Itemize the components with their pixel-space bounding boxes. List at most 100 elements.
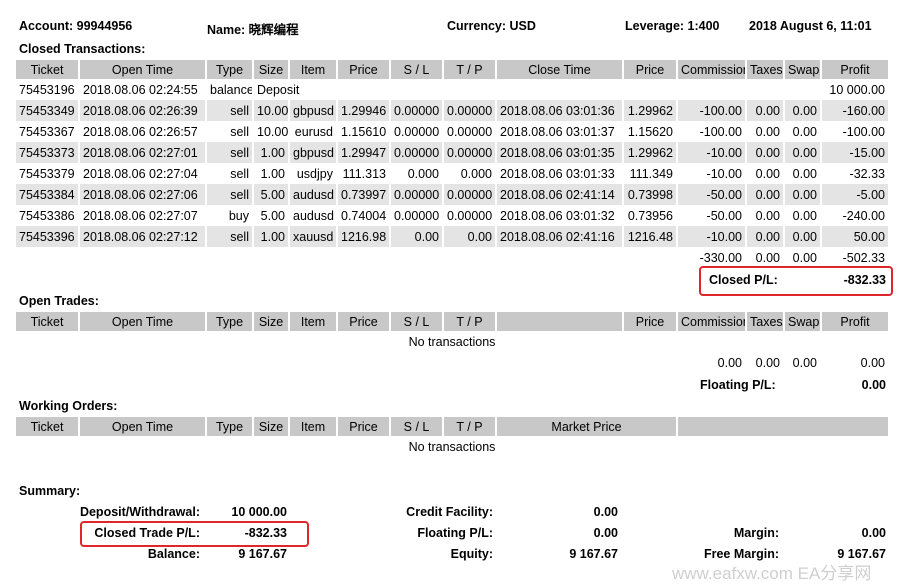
table-cell: buy (206, 205, 254, 226)
column-header: Profit (821, 312, 890, 331)
total-cell: -330.00 (677, 247, 747, 268)
no-transactions: No transactions (16, 331, 890, 352)
column-header: Item (289, 417, 338, 436)
column-header: Price (337, 60, 391, 79)
table-header-row: Ticket Open Time Type Size Item Price S / LT /… (16, 417, 890, 436)
table-cell: 2018.08.06 02:41:16 (496, 226, 624, 247)
column-header: Ticket (16, 312, 80, 331)
column-header: Taxes (746, 60, 785, 79)
column-header: Ticket (16, 60, 80, 79)
column-header: S / L (390, 312, 444, 331)
table-cell: 0.00 (784, 100, 822, 121)
column-header: Taxes (746, 312, 785, 331)
table-cell: gbpusd (289, 100, 338, 121)
table-cell: 0.00000 (390, 184, 444, 205)
closed-pl-value: -832.33 (843, 273, 886, 287)
table-cell: 0.00 (443, 226, 497, 247)
watermark: www.eafxw.com EA分享网 (672, 564, 872, 583)
table-cell: 1216.48 (623, 226, 678, 247)
report-datetime: 2018 August 6, 11:01 (749, 19, 872, 33)
total-cell: -502.33 (821, 247, 890, 268)
total-cell: 0.00 (746, 247, 785, 268)
table-cell: -50.00 (677, 205, 747, 226)
column-header: Size (253, 60, 290, 79)
margin-label: Margin: (733, 526, 779, 540)
type-cell: balance (206, 79, 254, 100)
table-cell: 0.00 (784, 226, 822, 247)
column-header: Type (206, 312, 254, 331)
table-cell: 0.00000 (443, 121, 497, 142)
account-currency: Currency: USD (447, 19, 536, 33)
table-cell: -15.00 (821, 142, 890, 163)
credit-facility-value: 0.00 (593, 505, 618, 519)
working-orders-table: Ticket Open Time Type Size Item Price S / LT /… (16, 417, 890, 457)
table-cell: 10.00 (253, 121, 290, 142)
column-header: T / P (443, 312, 497, 331)
spacer-cell (16, 247, 678, 268)
table-cell: sell (206, 142, 254, 163)
column-header: Price (337, 417, 391, 436)
account-name: Name: 晓辉编程 (207, 23, 299, 37)
column-header: Item (289, 312, 338, 331)
table-cell: 0.00 (784, 163, 822, 184)
table-cell: 5.00 (253, 205, 290, 226)
account-number: Account: 99944956 (19, 19, 133, 33)
table-cell: 2018.08.06 03:01:33 (496, 163, 624, 184)
summary-title: Summary: (19, 484, 81, 498)
floating-pl-label: Floating P/L: (700, 378, 776, 392)
table-cell: 0.00000 (390, 100, 444, 121)
table-cell: sell (206, 184, 254, 205)
summary-floating-pl-label: Floating P/L: (417, 526, 493, 540)
profit-cell: 10 000.00 (821, 79, 890, 100)
column-header: Type (206, 417, 254, 436)
table-cell: 2018.08.06 03:01:37 (496, 121, 624, 142)
table-cell: 0.00000 (390, 142, 444, 163)
table-cell: 0.00000 (443, 205, 497, 226)
column-header: Price (337, 312, 391, 331)
table-cell: 1.00 (253, 142, 290, 163)
column-header: Size (253, 417, 290, 436)
table-cell: 1.15610 (337, 121, 391, 142)
table-cell: 50.00 (821, 226, 890, 247)
table-cell: 2018.08.06 02:27:01 (79, 142, 207, 163)
table-cell: 0.000 (390, 163, 444, 184)
total-cell: 0.00 (821, 352, 890, 373)
totals-row: -330.00 0.00 0.00 -502.33 (16, 247, 890, 268)
deposit-withdrawal-value: 10 000.00 (231, 505, 287, 519)
column-header: Open Time (79, 417, 207, 436)
table-cell: 75453367 (16, 121, 80, 142)
table-cell: audusd (289, 184, 338, 205)
table-cell: 0.00 (390, 226, 444, 247)
floating-pl-value: 0.00 (861, 378, 886, 392)
column-header: S / L (390, 60, 444, 79)
closed-trade-pl-label: Closed Trade P/L: (94, 526, 200, 540)
table-cell: 1.29946 (337, 100, 391, 121)
table-cell: 1.29962 (623, 100, 678, 121)
comment-cell: Deposit (253, 79, 822, 100)
column-header: Swap (784, 60, 822, 79)
ticket-cell: 75453196 (16, 79, 80, 100)
table-cell: 1.15620 (623, 121, 678, 142)
no-transactions: No transactions (16, 436, 890, 457)
table-cell: 111.313 (337, 163, 391, 184)
balance-label: Balance: (147, 547, 200, 561)
table-cell: 75453384 (16, 184, 80, 205)
closed-pl-label: Closed P/L: (709, 273, 778, 287)
table-cell: 0.00 (746, 142, 785, 163)
table-header-row: Ticket Open Time Type Size Item Price S / LT /… (16, 60, 890, 79)
working-orders-title: Working Orders: (19, 399, 118, 413)
table-cell: 0.73956 (623, 205, 678, 226)
column-header: Item (289, 60, 338, 79)
table-cell: -32.33 (821, 163, 890, 184)
table-cell: -10.00 (677, 163, 747, 184)
column-header: T / P (443, 417, 497, 436)
table-cell: gbpusd (289, 142, 338, 163)
table-cell: -10.00 (677, 226, 747, 247)
table-cell: 1.29947 (337, 142, 391, 163)
table-cell: 1.00 (253, 163, 290, 184)
table-cell: 2018.08.06 02:26:57 (79, 121, 207, 142)
table-row: 75453373 2018.08.06 02:27:01 sell 1.00 gbpus… (16, 142, 890, 163)
table-cell: 75453379 (16, 163, 80, 184)
table-row: 75453349 2018.08.06 02:26:39 sell 10.00 gbpu… (16, 100, 890, 121)
closed-transactions-title: Closed Transactions: (19, 42, 146, 56)
